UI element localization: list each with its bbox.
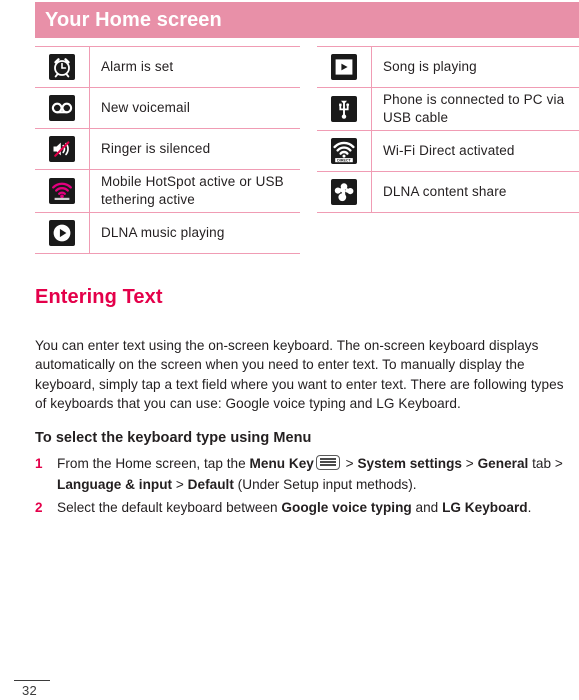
table-row: Song is playing xyxy=(317,46,579,88)
table-row: Phone is connected to PC via USB cable xyxy=(317,87,579,131)
emphasis-text: Default xyxy=(187,477,234,492)
status-icon-label: DLNA content share xyxy=(383,183,507,199)
status-icon-cell xyxy=(35,87,90,129)
step-text: From the Home screen, tap the Menu Key >… xyxy=(57,455,563,492)
table-row: DLNA music playing xyxy=(35,212,300,254)
status-icon-cell xyxy=(317,171,372,213)
procedure-sub-heading: To select the keyboard type using Menu xyxy=(35,430,312,446)
table-row: New voicemail xyxy=(35,87,300,129)
alarm-clock-icon xyxy=(49,54,75,80)
table-row: DLNA content share xyxy=(317,171,579,213)
emphasis-text: Language & input xyxy=(57,477,173,492)
step-number: 1 xyxy=(35,456,43,471)
emphasis-text: Menu Key xyxy=(249,456,314,471)
table-row: DIRECT Wi-Fi Direct activated xyxy=(317,130,579,172)
speaker-muted-icon xyxy=(49,136,75,162)
status-icon-tables: Alarm is set New voicemail Ringer is sil… xyxy=(0,46,579,258)
music-play-icon xyxy=(331,54,357,80)
section-heading-entering-text: Entering Text xyxy=(35,286,163,308)
emphasis-text: Google voice typing xyxy=(281,500,412,515)
status-icon-label: New voicemail xyxy=(101,99,190,115)
status-icon-table-right: Song is playing Phone is connected to PC… xyxy=(317,46,579,213)
status-icon-cell xyxy=(317,46,372,88)
usb-icon xyxy=(331,96,357,122)
status-icon-cell xyxy=(35,46,90,88)
table-row: Ringer is silenced xyxy=(35,128,300,170)
table-row: Mobile HotSpot active or USB tethering a… xyxy=(35,169,300,213)
status-icon-label: Alarm is set xyxy=(101,58,174,74)
dlna-music-play-icon xyxy=(49,220,75,246)
status-icon-cell xyxy=(35,212,90,254)
mobile-hotspot-icon xyxy=(49,178,75,204)
procedure-steps: 1 From the Home screen, tap the Menu Key… xyxy=(35,453,579,520)
status-icon-cell xyxy=(317,87,372,131)
status-icon-label: DLNA music playing xyxy=(101,224,225,240)
status-icon-cell xyxy=(35,128,90,170)
emphasis-text: General xyxy=(477,456,529,471)
status-icon-label: Wi-Fi Direct activated xyxy=(383,142,515,158)
wifi-direct-icon: DIRECT xyxy=(331,138,357,164)
step-text: Select the default keyboard between Goog… xyxy=(57,500,532,515)
menu-key-icon xyxy=(315,455,340,470)
status-icon-label: Ringer is silenced xyxy=(101,140,211,156)
status-icon-label: Mobile HotSpot active or USB tethering a… xyxy=(101,173,284,207)
voicemail-icon xyxy=(49,95,75,121)
list-item: 2 Select the default keyboard between Go… xyxy=(35,497,579,518)
page-footer: 32 xyxy=(12,679,56,698)
step-number: 2 xyxy=(35,500,43,515)
page-number: 32 xyxy=(22,683,38,698)
section-paragraph: You can enter text using the on-screen k… xyxy=(35,337,564,412)
table-row: Alarm is set xyxy=(35,46,300,88)
status-icon-label: Phone is connected to PC via USB cable xyxy=(383,91,565,125)
list-item: 1 From the Home screen, tap the Menu Key… xyxy=(35,453,579,495)
dlna-share-icon xyxy=(331,179,357,205)
emphasis-text: System settings xyxy=(357,456,463,471)
status-icon-table-left: Alarm is set New voicemail Ringer is sil… xyxy=(35,46,300,254)
status-icon-label: Song is playing xyxy=(383,58,477,74)
status-icon-cell: DIRECT xyxy=(317,130,372,172)
status-icon-cell xyxy=(35,169,90,213)
page-header-band: Your Home screen xyxy=(35,2,579,38)
wifi-direct-icon-caption: DIRECT xyxy=(337,158,351,162)
page-title: Your Home screen xyxy=(45,9,222,31)
emphasis-text: LG Keyboard xyxy=(442,500,528,515)
